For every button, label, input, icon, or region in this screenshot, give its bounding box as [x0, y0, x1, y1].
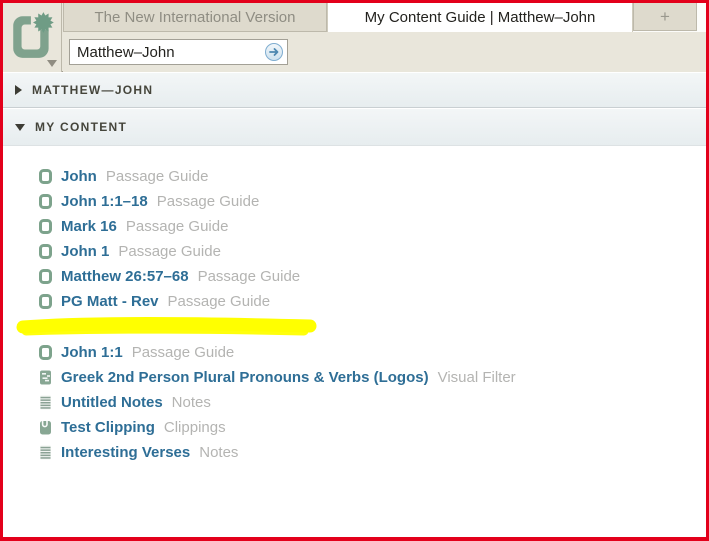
item-title[interactable]: John 1:1 [61, 344, 123, 361]
item-type-label: Visual Filter [437, 369, 516, 386]
passage-guide-icon [39, 194, 52, 209]
list-item[interactable]: John 1:1–18 Passage Guide [3, 189, 706, 214]
section-my-content[interactable]: MY CONTENT [3, 109, 706, 146]
list-item[interactable]: PG Matt - Rev Passage Guide [3, 289, 706, 314]
section-matthew-john[interactable]: MATTHEW—JOHN [3, 73, 706, 108]
item-type-label: Notes [199, 444, 239, 461]
item-type-label: Passage Guide [156, 193, 260, 210]
visual-filter-icon [39, 370, 52, 385]
item-type-label: Passage Guide [197, 268, 301, 285]
panel-menu-button[interactable] [3, 3, 62, 72]
list-item[interactable]: Matthew 26:57–68 Passage Guide [3, 264, 706, 289]
item-title[interactable]: Untitled Notes [61, 394, 163, 411]
tab-strip-filler [697, 3, 706, 32]
list-item[interactable]: Untitled Notes Notes [3, 390, 706, 415]
passage-guide-icon [39, 169, 52, 184]
item-type-label: Clippings [163, 419, 226, 436]
tab-bible-niv[interactable]: The New International Version [63, 3, 327, 32]
highlighter-stroke [16, 314, 706, 340]
logos-guide-icon [13, 10, 55, 58]
item-title[interactable]: Greek 2nd Person Plural Pronouns & Verbs… [61, 369, 429, 386]
passage-guide-icon [39, 345, 52, 360]
panel-menu-caret-icon [47, 60, 57, 67]
list-item[interactable]: Test Clipping Clippings [3, 415, 706, 440]
my-content-list: John Passage Guide John 1:1–18 Passage Guid… [3, 146, 706, 537]
new-tab-button[interactable]: + [633, 3, 697, 31]
item-type-label: Passage Guide [125, 218, 229, 235]
notes-icon [39, 445, 52, 460]
notes-icon [39, 395, 52, 410]
top-chrome: The New International Version My Content… [3, 3, 706, 72]
passage-guide-icon [39, 244, 52, 259]
item-title[interactable]: John 1:1–18 [61, 193, 148, 210]
expanded-triangle-icon [15, 123, 25, 131]
go-button[interactable] [265, 43, 283, 61]
section-label: MY CONTENT [35, 120, 128, 134]
passage-guide-icon [39, 219, 52, 234]
item-title[interactable]: John [61, 168, 97, 185]
clippings-icon [39, 420, 52, 435]
content-group-other: John 1:1 Passage Guide Greek 2nd Person Pl… [3, 340, 706, 465]
item-title[interactable]: PG Matt - Rev [61, 293, 159, 310]
guide-toolbar [63, 32, 706, 72]
tab-my-content-guide[interactable]: My Content Guide | Matthew–John [327, 3, 633, 32]
passage-guide-icon [39, 269, 52, 284]
item-title[interactable]: John 1 [61, 243, 109, 260]
arrow-right-icon [269, 48, 279, 56]
content-group-recent: John Passage Guide John 1:1–18 Passage Guid… [3, 164, 706, 314]
passage-guide-icon [39, 294, 52, 309]
section-label: MATTHEW—JOHN [32, 83, 154, 97]
list-item[interactable]: Interesting Verses Notes [3, 440, 706, 465]
collapsed-triangle-icon [15, 85, 22, 95]
logos-panel-window: The New International Version My Content… [0, 0, 709, 541]
list-item[interactable]: John Passage Guide [3, 164, 706, 189]
item-type-label: Passage Guide [118, 243, 221, 260]
tab-strip: The New International Version My Content… [63, 3, 706, 32]
list-item[interactable]: John 1:1 Passage Guide [3, 340, 706, 365]
item-type-label: Notes [171, 394, 211, 411]
list-item[interactable]: Greek 2nd Person Plural Pronouns & Verbs… [3, 365, 706, 390]
item-type-label: Passage Guide [167, 293, 271, 310]
reference-box [69, 39, 288, 65]
reference-input[interactable] [70, 40, 287, 64]
item-title[interactable]: Test Clipping [61, 419, 155, 436]
item-title[interactable]: Interesting Verses [61, 444, 190, 461]
list-item[interactable]: John 1 Passage Guide [3, 239, 706, 264]
item-title[interactable]: Matthew 26:57–68 [61, 268, 189, 285]
item-type-label: Passage Guide [131, 344, 235, 361]
item-type-label: Passage Guide [105, 168, 209, 185]
list-item[interactable]: Mark 16 Passage Guide [3, 214, 706, 239]
item-title[interactable]: Mark 16 [61, 218, 117, 235]
